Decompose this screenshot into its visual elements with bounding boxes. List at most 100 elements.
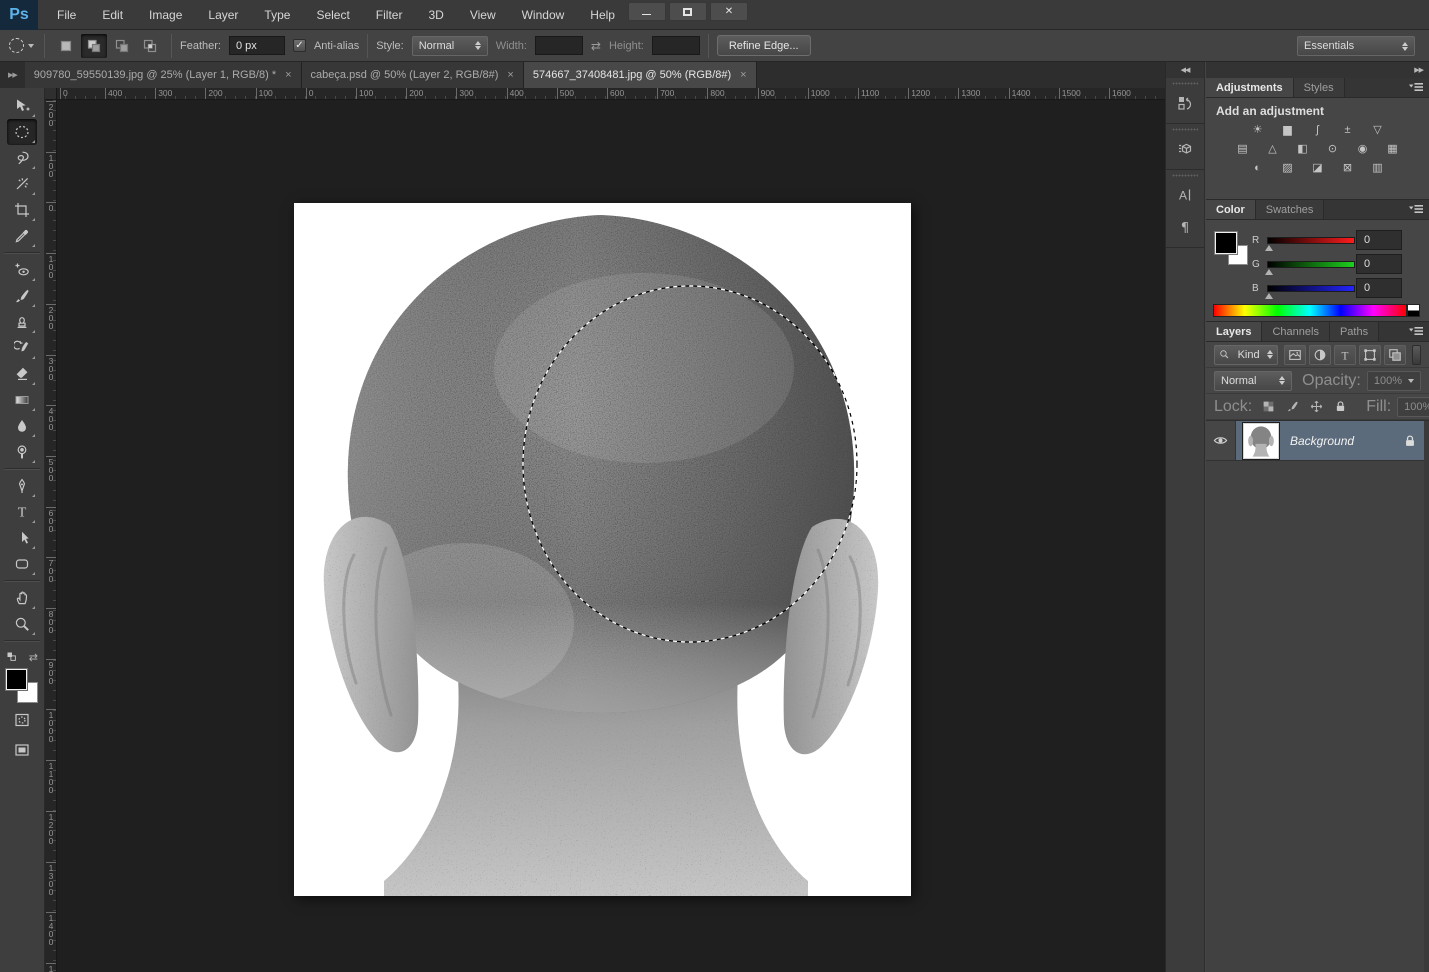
panel-menu-icon[interactable]: [1409, 78, 1429, 97]
levels-icon[interactable]: ▆: [1277, 123, 1299, 138]
gradient-map-icon[interactable]: ⊠: [1337, 161, 1359, 176]
menu-select[interactable]: Select: [303, 0, 362, 29]
kind-filter-select[interactable]: Kind: [1214, 345, 1278, 365]
layers-tab-channels[interactable]: Channels: [1262, 322, 1329, 341]
slider-thumb[interactable]: [1265, 293, 1273, 299]
menu-window[interactable]: Window: [509, 0, 578, 29]
color-tab-color[interactable]: Color: [1206, 200, 1256, 219]
healing-brush-tool[interactable]: [7, 257, 37, 283]
vertical-ruler[interactable]: 2001000100200300400500600700800900100011…: [45, 100, 57, 972]
layer-entry[interactable]: Background: [1236, 421, 1429, 460]
eye-icon[interactable]: [1213, 433, 1228, 448]
b-slider[interactable]: [1267, 285, 1355, 292]
tab-close-icon[interactable]: ×: [740, 70, 746, 80]
workspace-select[interactable]: Essentials: [1297, 36, 1415, 56]
spectrum-bw-swatches[interactable]: [1407, 304, 1420, 317]
lasso-tool[interactable]: [7, 145, 37, 171]
filter-shape-button[interactable]: [1359, 345, 1381, 365]
filter-smart-button[interactable]: [1384, 345, 1406, 365]
history-panel-icon[interactable]: [1166, 87, 1204, 119]
vibrance-icon[interactable]: ▽: [1367, 123, 1389, 138]
photo-filter-icon[interactable]: ⊙: [1322, 142, 1344, 157]
b-value-input[interactable]: 0: [1356, 278, 1402, 298]
blur-tool[interactable]: [7, 413, 37, 439]
dodge-tool[interactable]: [7, 439, 37, 465]
curves-icon[interactable]: ʃ: [1307, 123, 1329, 138]
slider-thumb[interactable]: [1265, 245, 1273, 251]
filter-adjustment-button[interactable]: [1309, 345, 1331, 365]
style-select[interactable]: Normal: [412, 36, 488, 56]
dock-collapse-button[interactable]: ◀◀: [1166, 62, 1204, 78]
path-selection-tool[interactable]: [7, 525, 37, 551]
exposure-icon[interactable]: ±: [1337, 123, 1359, 138]
elliptical-marquee-tool[interactable]: [7, 119, 37, 145]
menu-view[interactable]: View: [457, 0, 509, 29]
g-value-input[interactable]: 0: [1356, 254, 1402, 274]
eyedropper-tool[interactable]: [7, 223, 37, 249]
color-spectrum-ramp[interactable]: [1213, 304, 1407, 317]
feather-input[interactable]: [229, 36, 285, 55]
g-slider[interactable]: [1267, 261, 1355, 268]
ruler-origin-corner[interactable]: [45, 88, 57, 100]
pen-tool[interactable]: [7, 473, 37, 499]
lock-all-button[interactable]: [1330, 398, 1350, 416]
shape-tool[interactable]: [7, 551, 37, 577]
filter-toggle[interactable]: [1412, 345, 1421, 365]
invert-icon[interactable]: ◐: [1247, 161, 1269, 176]
panel-menu-icon[interactable]: [1409, 200, 1429, 219]
history-brush-tool[interactable]: [7, 335, 37, 361]
layers-tab-paths[interactable]: Paths: [1330, 322, 1379, 341]
black-white-icon[interactable]: ◧: [1292, 142, 1314, 157]
default-colors-icon[interactable]: [6, 651, 18, 663]
clone-stamp-tool[interactable]: [7, 309, 37, 335]
r-slider[interactable]: [1267, 237, 1355, 244]
hue-saturation-icon[interactable]: ▤: [1232, 142, 1254, 157]
maximize-button[interactable]: [669, 2, 707, 21]
color-lookup-icon[interactable]: ▦: [1382, 142, 1404, 157]
add-selection-button[interactable]: [81, 34, 107, 58]
subtract-selection-button[interactable]: [109, 34, 135, 58]
menu-filter[interactable]: Filter: [363, 0, 416, 29]
minimize-button[interactable]: [628, 2, 666, 21]
move-tool[interactable]: [7, 93, 37, 119]
horizontal-ruler[interactable]: 0400300200100010020030040050060070080090…: [45, 88, 1165, 100]
menu-3d[interactable]: 3D: [415, 0, 456, 29]
posterize-icon[interactable]: ▨: [1277, 161, 1299, 176]
lock-paint-button[interactable]: [1282, 398, 1302, 416]
document-canvas[interactable]: [294, 203, 911, 896]
crop-tool[interactable]: [7, 197, 37, 223]
menu-edit[interactable]: Edit: [89, 0, 136, 29]
brush-tool[interactable]: [7, 283, 37, 309]
brightness-contrast-icon[interactable]: ☀: [1247, 123, 1269, 138]
layer-row[interactable]: Background: [1206, 421, 1429, 461]
pasteboard[interactable]: [57, 100, 1165, 972]
swap-dimensions-icon[interactable]: ⇄: [591, 39, 601, 53]
fill-select[interactable]: 100%: [1397, 397, 1429, 417]
foreground-color-swatch[interactable]: [6, 669, 27, 690]
tab-close-icon[interactable]: ×: [285, 70, 291, 80]
type-tool[interactable]: T: [7, 499, 37, 525]
color-balance-icon[interactable]: △: [1262, 142, 1284, 157]
lock-position-button[interactable]: [1306, 398, 1326, 416]
height-input[interactable]: [652, 36, 700, 55]
dock-expand-button[interactable]: ▶▶: [1414, 66, 1423, 74]
foreground-color-swatch[interactable]: [1215, 232, 1237, 254]
menu-file[interactable]: File: [44, 0, 89, 29]
tab-close-icon[interactable]: ×: [507, 70, 513, 80]
quick-mask-button[interactable]: [7, 707, 37, 733]
filter-pixel-button[interactable]: [1284, 345, 1306, 365]
document-tab-1[interactable]: 909780_59550139.jpg @ 25% (Layer 1, RGB/…: [25, 62, 302, 88]
paragraph-panel-icon[interactable]: ¶: [1166, 211, 1204, 243]
menu-type[interactable]: Type: [251, 0, 303, 29]
gradient-tool[interactable]: [7, 387, 37, 413]
menu-image[interactable]: Image: [136, 0, 195, 29]
screen-mode-button[interactable]: [7, 737, 37, 763]
threshold-icon[interactable]: ◪: [1307, 161, 1329, 176]
close-button[interactable]: ✕: [710, 2, 748, 21]
swap-colors-icon[interactable]: ⇄: [29, 648, 38, 666]
zoom-tool[interactable]: [7, 611, 37, 637]
hand-tool[interactable]: [7, 585, 37, 611]
adjustments-tab-styles[interactable]: Styles: [1294, 78, 1345, 97]
menu-help[interactable]: Help: [577, 0, 628, 29]
new-selection-button[interactable]: [53, 34, 79, 58]
